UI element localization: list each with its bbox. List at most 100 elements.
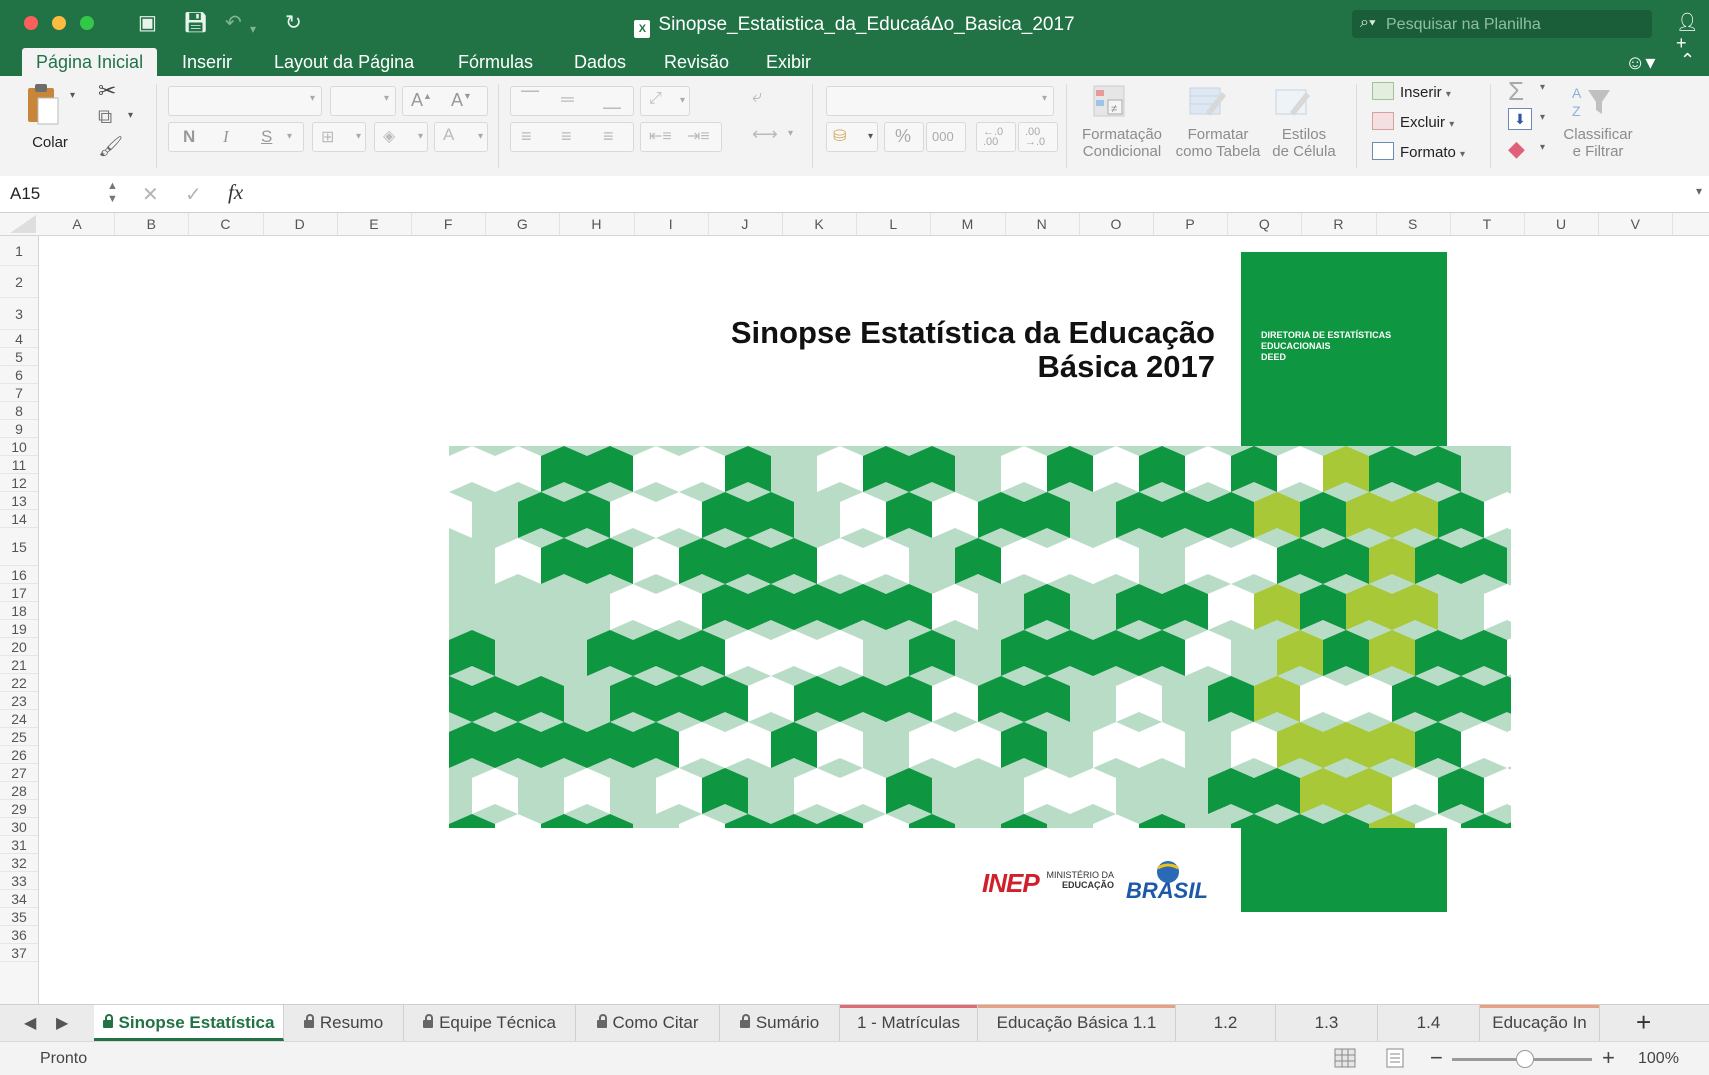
row-header-23[interactable]: 23 (0, 692, 38, 710)
clear-dropdown-icon[interactable]: ▾ (1540, 142, 1545, 153)
column-header-n[interactable]: N (1005, 213, 1080, 235)
grow-font-button[interactable]: A▲ (411, 90, 432, 111)
row-header-13[interactable]: 13 (0, 492, 38, 510)
sheet-tab[interactable]: Sinopse Estatística (94, 1005, 284, 1041)
copy-icon[interactable]: ⧉ (98, 106, 112, 129)
feedback-smiley-icon[interactable]: ☺▾ (1625, 50, 1655, 75)
next-sheet-icon[interactable]: ▶ (56, 1013, 68, 1033)
name-box[interactable]: A15 (10, 180, 120, 208)
row-header-25[interactable]: 25 (0, 728, 38, 746)
tab-exibir[interactable]: Exibir (752, 48, 825, 76)
row-header-33[interactable]: 33 (0, 872, 38, 890)
borders-button[interactable]: ⊞ ▾ (312, 122, 366, 152)
zoom-window-button[interactable] (80, 16, 94, 30)
sheet-tab[interactable]: Sumário (720, 1005, 840, 1041)
tab-inserir[interactable]: Inserir (168, 48, 246, 76)
confirm-entry-icon[interactable]: ✓ (185, 182, 202, 207)
column-header-r[interactable]: R (1301, 213, 1377, 235)
paste-dropdown-icon[interactable]: ▾ (70, 90, 75, 101)
column-header-i[interactable]: I (634, 213, 709, 235)
row-header-18[interactable]: 18 (0, 602, 38, 620)
name-box-stepper-icon[interactable]: ▲ ▼ (107, 180, 118, 206)
merge-center-icon[interactable]: ⟷ (752, 124, 778, 145)
column-header-e[interactable]: E (337, 213, 412, 235)
column-header-s[interactable]: S (1376, 213, 1451, 235)
row-header-29[interactable]: 29 (0, 800, 38, 818)
fill-dropdown-icon[interactable]: ▾ (1540, 112, 1545, 123)
row-header-28[interactable]: 28 (0, 782, 38, 800)
row-header-24[interactable]: 24 (0, 710, 38, 728)
select-all-corner[interactable] (10, 215, 36, 233)
currency-button[interactable]: ⛁ ▾ (826, 122, 878, 152)
cell-styles-icon[interactable] (1272, 82, 1316, 122)
column-header-b[interactable]: B (114, 213, 190, 235)
row-header-16[interactable]: 16 (0, 566, 38, 584)
row-header-35[interactable]: 35 (0, 908, 38, 926)
redo-icon[interactable]: ↻ (285, 12, 302, 34)
column-header-c[interactable]: C (188, 213, 264, 235)
column-header-g[interactable]: G (485, 213, 561, 235)
decrease-decimal-button[interactable]: .00 →.0 (1018, 122, 1058, 152)
sheet-tab[interactable]: 1 - Matrículas (840, 1005, 978, 1041)
column-header-d[interactable]: D (263, 213, 338, 235)
row-header-15[interactable]: 15 (0, 528, 38, 566)
row-header-34[interactable]: 34 (0, 890, 38, 908)
row-header-11[interactable]: 11 (0, 456, 38, 474)
row-header-5[interactable]: 5 (0, 348, 38, 366)
row-header-8[interactable]: 8 (0, 402, 38, 420)
paste-icon[interactable] (24, 82, 62, 126)
sheet-tab[interactable]: 1.2 (1176, 1005, 1276, 1041)
zoom-slider-handle[interactable] (1516, 1050, 1534, 1068)
indent-group[interactable]: ⇤≡ ⇥≡ (640, 122, 722, 152)
sheet-tab[interactable]: Educação Básica 1.1 (978, 1005, 1176, 1041)
increase-decimal-button[interactable]: ←.0.00 (976, 122, 1016, 152)
row-header-19[interactable]: 19 (0, 620, 38, 638)
row-header-9[interactable]: 9 (0, 420, 38, 438)
tab-dados[interactable]: Dados (560, 48, 640, 76)
row-header-30[interactable]: 30 (0, 818, 38, 836)
underline-button[interactable]: S (261, 127, 272, 147)
sheet-tab[interactable]: Educação In (1480, 1005, 1600, 1041)
delete-cells-button[interactable]: Excluir ▾ (1372, 112, 1454, 131)
column-header-v[interactable]: V (1598, 213, 1674, 235)
row-header-4[interactable]: 4 (0, 330, 38, 348)
row-header-14[interactable]: 14 (0, 510, 38, 528)
normal-view-icon[interactable] (1334, 1048, 1356, 1068)
formula-bar-expand-icon[interactable]: ▾ (1696, 184, 1702, 198)
page-layout-view-icon[interactable] (1384, 1048, 1406, 1068)
prev-sheet-icon[interactable]: ◀ (24, 1013, 36, 1033)
sort-filter-icon[interactable]: A Z (1570, 82, 1622, 122)
close-window-button[interactable] (24, 16, 38, 30)
fill-icon[interactable]: ⬇ (1508, 108, 1532, 130)
minimize-window-button[interactable] (52, 16, 66, 30)
autosum-icon[interactable]: Σ (1508, 76, 1524, 107)
cancel-entry-icon[interactable]: ✕ (142, 182, 159, 207)
fill-color-button[interactable]: ◈ ▾ (374, 122, 428, 152)
sidebar-toggle-icon[interactable]: ▣ (138, 12, 157, 34)
orientation-button[interactable]: ⤢ ▾ (640, 86, 690, 116)
zoom-out-button[interactable]: − (1430, 1045, 1443, 1071)
column-header-k[interactable]: K (782, 213, 858, 235)
number-format-select[interactable]: ▾ (826, 86, 1054, 116)
column-header-u[interactable]: U (1524, 213, 1600, 235)
merge-dropdown-icon[interactable]: ▾ (788, 128, 793, 139)
column-header-m[interactable]: M (930, 213, 1006, 235)
undo-dropdown-icon[interactable]: ▾ (250, 18, 256, 40)
column-header-t[interactable]: T (1450, 213, 1525, 235)
font-size-select[interactable]: ▾ (330, 86, 396, 116)
row-header-7[interactable]: 7 (0, 384, 38, 402)
row-header-21[interactable]: 21 (0, 656, 38, 674)
row-header-6[interactable]: 6 (0, 366, 38, 384)
undo-icon[interactable]: ↶ (225, 12, 242, 34)
clear-eraser-icon[interactable]: ◆ (1508, 136, 1525, 162)
row-header-32[interactable]: 32 (0, 854, 38, 872)
shrink-font-button[interactable]: A▼ (451, 90, 472, 111)
font-color-button[interactable]: A ▾ (434, 122, 488, 152)
italic-button[interactable]: I (223, 127, 229, 147)
collapse-ribbon-icon[interactable]: ⌃ (1680, 50, 1695, 71)
add-sheet-button[interactable]: + (1636, 1007, 1651, 1038)
row-header-1[interactable]: 1 (0, 236, 38, 266)
sheet-tab[interactable]: Equipe Técnica (404, 1005, 576, 1041)
row-header-27[interactable]: 27 (0, 764, 38, 782)
sheet-area[interactable]: Sinopse Estatística da Educação Básica 2… (39, 236, 1709, 1004)
